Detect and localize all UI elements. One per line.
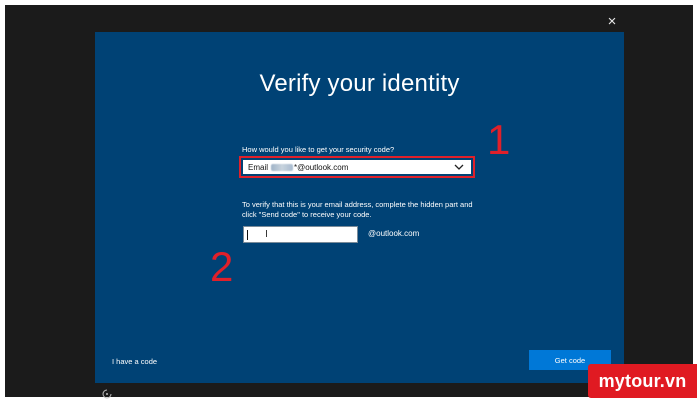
ease-of-access-glyph bbox=[102, 389, 112, 399]
step-number-2: 2 bbox=[210, 243, 234, 290]
verification-instructions: To verify that this is your email addres… bbox=[242, 200, 473, 219]
select-value: Email *@outlook.com bbox=[243, 163, 348, 172]
close-icon[interactable]: × bbox=[604, 14, 620, 30]
step-number-1: 1 bbox=[487, 116, 511, 163]
text-caret bbox=[247, 230, 248, 240]
security-code-question: How would you like to get your security … bbox=[242, 145, 395, 154]
email-hidden-part-input[interactable]: I bbox=[243, 226, 358, 243]
masked-email-blur bbox=[271, 163, 294, 171]
ease-of-access-icon[interactable] bbox=[102, 389, 112, 399]
security-code-method-select[interactable]: Email *@outlook.com bbox=[243, 160, 471, 174]
verify-identity-dialog: Verify your identity How would you like … bbox=[95, 32, 624, 383]
chevron-down-icon bbox=[454, 164, 464, 170]
i-have-a-code-link[interactable]: I have a code bbox=[112, 357, 157, 366]
select-value-suffix: *@outlook.com bbox=[294, 162, 349, 172]
window-frame: × Verify your identity How would you lik… bbox=[5, 5, 693, 399]
select-value-prefix: Email bbox=[248, 162, 269, 172]
text-cursor-icon: I bbox=[265, 229, 268, 240]
mytour-watermark-logo: mytour.vn bbox=[588, 364, 697, 398]
email-domain-suffix: @outlook.com bbox=[368, 229, 420, 238]
page-title: Verify your identity bbox=[259, 70, 460, 97]
